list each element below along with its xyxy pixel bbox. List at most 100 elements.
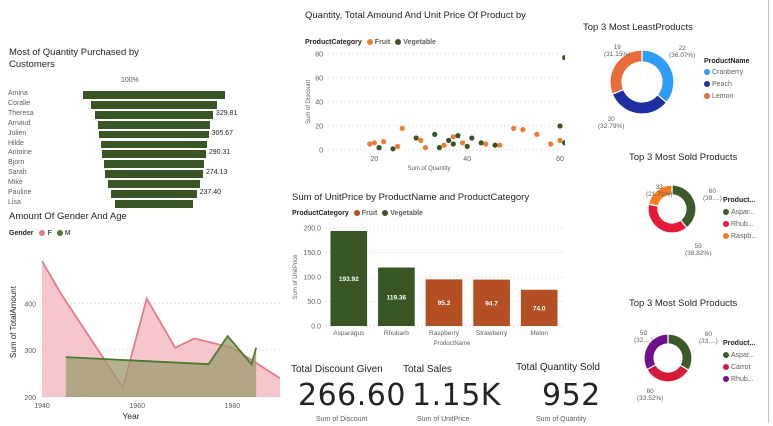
kpi-quantity-sub: Sum of Quantity (536, 416, 587, 423)
scatter-point-fruit (422, 145, 429, 151)
scatter-point-vegetable (436, 145, 442, 151)
y-axis-title: Sum of UnitPrice (293, 254, 299, 300)
funnel-bar[interactable] (99, 130, 209, 139)
funnel-bar[interactable] (107, 180, 201, 188)
donut-sold1-legend-item[interactable]: Rhub... (723, 221, 757, 228)
kpi-sales-value: 1.15K (412, 378, 501, 413)
funnel-category-label: Sarah (8, 169, 27, 177)
kpi-quantity-title: Total Quantity Sold (516, 362, 600, 373)
kpi-sales-card[interactable]: Total Sales 1.15K Sum of UnitPrice (403, 364, 503, 423)
funnel-category-label: Lisa (8, 198, 21, 206)
y-tick-label: 50.0 (307, 299, 321, 306)
funnel-chart[interactable]: Amina Coralie Theresa 329.81 Arnaud Julien 305… (8, 90, 278, 210)
donut-sold1-legend-title: Product... (723, 197, 756, 204)
x-tick-label: Strawberry (476, 330, 508, 337)
scatter-point-vegetable (446, 137, 452, 143)
scatter-point-vegetable (390, 146, 396, 152)
scatter-point-fruit (399, 125, 405, 131)
scatter-point-vegetable (413, 135, 419, 141)
donut-sold1-legend-item[interactable]: Raspb... (723, 233, 757, 240)
legend-dot-icon (39, 230, 46, 237)
y-tick-label: 200.0 (303, 226, 321, 233)
funnel-category-label: Antoine (8, 149, 32, 157)
donut-least-legend-item[interactable]: Cranberry (704, 69, 750, 76)
scatter-legend-fruit[interactable]: Fruit (364, 39, 390, 46)
donut-sold2-legend-item[interactable]: Aspar... (723, 352, 755, 359)
funnel-category-label: Theresa (8, 109, 34, 117)
funnel-bar[interactable] (114, 199, 194, 208)
y-tick-label: 0 (319, 148, 323, 155)
x-tick-label: 1940 (34, 403, 50, 410)
y-tick-label: 20 (315, 124, 323, 131)
scatter-point-fruit (367, 141, 373, 147)
funnel-bar[interactable] (105, 170, 203, 179)
funnel-bar[interactable] (103, 160, 205, 169)
funnel-bar[interactable] (83, 91, 225, 99)
funnel-bar[interactable] (95, 110, 213, 119)
kpi-discount-card[interactable]: Total Discount Given 266.60 Sum of Disco… (291, 364, 405, 423)
scatter-point-fruit (483, 141, 489, 147)
scatter-point-vegetable (464, 143, 470, 149)
scatter-legend-vegetable[interactable]: Vegetable (392, 39, 436, 46)
y-tick-label: 400 (24, 301, 36, 308)
funnel-bar[interactable] (111, 190, 197, 198)
donut-sold1-label-tr: 60 (39....) (703, 188, 722, 202)
kpi-discount-title: Total Discount Given (291, 364, 383, 375)
funnel-bar[interactable] (102, 150, 206, 159)
legend-dot-icon (723, 352, 729, 359)
funnel-category-label: Pauline (8, 189, 32, 196)
donut-sold2-legend: Product... Aspar... Carrot Rhub... (723, 340, 755, 383)
area-chart[interactable]: 200 300 400 1940 1960 1980 Year Sum of TotalAmo… (2, 245, 284, 421)
y-tick-label: 80 (315, 52, 323, 59)
funnel-category-label: Arnaud (8, 119, 31, 127)
funnel-data-label: 329.81 (215, 109, 238, 117)
x-tick-label: 1980 (225, 403, 241, 410)
legend-dot-icon (395, 39, 402, 46)
bar-chart[interactable]: 0.0 50.0 100.0 150.0 200.0 Sum of UnitPrice 19… (287, 220, 567, 350)
x-tick-label: 60 (556, 156, 564, 163)
funnel-bar[interactable] (100, 140, 208, 149)
bar-legend-title: ProductCategory (292, 210, 349, 217)
funnel-title: Most of Quantity Purchased by Customers (9, 47, 139, 70)
donut-least-label-tl: 19 (31.15%) (604, 44, 631, 58)
funnel-category-label: Amina (8, 90, 28, 97)
bar-value-label: 193.92 (339, 276, 359, 283)
donut-sold2-label-tl: 59 (32....) (634, 330, 653, 344)
y-tick-label: 150.0 (303, 250, 321, 257)
donut-slice-carrot (646, 363, 690, 383)
bar-legend-vegetable[interactable]: Vegetable (379, 210, 423, 217)
kpi-quantity-card[interactable]: Total Quantity Sold 952 Sum of Quantity (516, 362, 616, 423)
funnel-category-label: Julien (8, 129, 27, 137)
y-tick-label: 200 (24, 395, 36, 402)
y-tick-label: 100.0 (303, 275, 321, 282)
scatter-point-fruit (371, 140, 377, 146)
legend-dot-icon (723, 364, 729, 371)
donut-sold2-legend-item[interactable]: Carrot (723, 364, 755, 371)
donut-sold1-legend: Product... Aspar... Rhub... Raspb... (723, 197, 757, 240)
kpi-sales-sub: Sum of UnitPrice (417, 416, 470, 423)
area-legend-m[interactable]: M (54, 230, 71, 237)
donut-least-legend: ProductName Cranberry Peach Lemon (704, 58, 750, 100)
scatter-point-vegetable (562, 55, 568, 61)
bar-legend-fruit[interactable]: Fruit (351, 210, 377, 217)
donut-sold2-legend-item[interactable]: Rhub... (723, 376, 755, 383)
donut-least-legend-item[interactable]: Peach (704, 81, 750, 88)
y-tick-label: 300 (24, 348, 36, 355)
scatter-point-fruit (381, 139, 387, 145)
funnel-data-label: 290.31 (208, 149, 231, 157)
area-legend-f[interactable]: F (35, 230, 52, 237)
scatter-point-vegetable (557, 123, 563, 129)
funnel-bar[interactable] (97, 120, 211, 129)
scatter-title: Quantity, Total Amound And Unit Price Of… (305, 10, 526, 21)
y-axis-title: Sum of TotalAmount (9, 285, 18, 358)
scatter-point-vegetable (492, 142, 498, 148)
donut-least-label-b: 20 (32.79%) (598, 116, 625, 130)
scatter-legend: ProductCategory Fruit Vegetable (305, 39, 436, 46)
bar-value-label: 119.36 (387, 294, 407, 301)
donut-sold1-legend-item[interactable]: Aspar... (723, 209, 757, 216)
funnel-bar[interactable] (90, 100, 218, 109)
scatter-legend-title: ProductCategory (305, 39, 362, 46)
scatter-chart[interactable]: 0 20 40 60 80 20 40 60 Sum of Quantity Sum of Dis… (290, 48, 568, 176)
donut-least-legend-item[interactable]: Lemon (704, 93, 750, 100)
funnel-data-label: 237.40 (199, 189, 222, 196)
